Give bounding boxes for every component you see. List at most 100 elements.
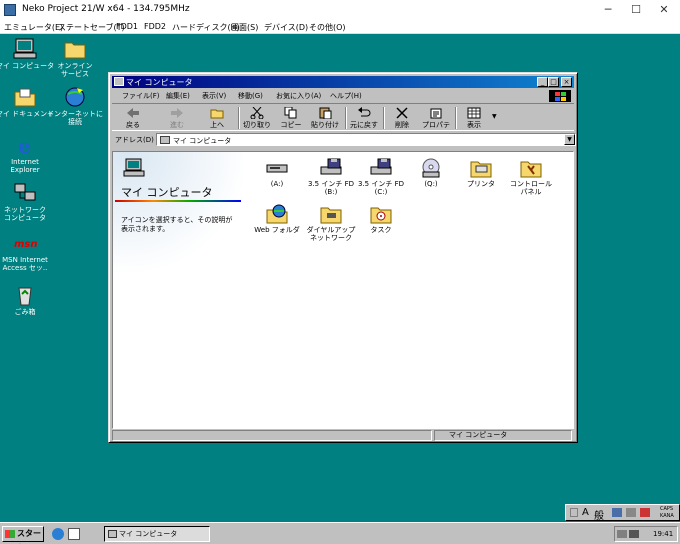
windows-flag-icon: [5, 530, 15, 538]
recycle-bin-icon: [13, 284, 37, 306]
printers-folder-icon: [470, 158, 492, 178]
address-dropdown-button[interactable]: ▼: [564, 134, 575, 145]
explorer-title-bar[interactable]: マイ コンピュータ _ □ ×: [112, 76, 574, 88]
close-button[interactable]: ✕: [650, 0, 678, 20]
menu-fdd2[interactable]: FDD2: [144, 22, 166, 31]
properties-button[interactable]: プロパティ: [419, 106, 453, 139]
desktop-icon-msn[interactable]: msn MSN Internet Access セッ..: [0, 232, 55, 272]
desktop-icon-network[interactable]: ネットワーク コンピュータ: [0, 182, 55, 222]
explorer-maximize-button[interactable]: □: [548, 77, 559, 87]
drive-a[interactable]: (A:): [251, 158, 303, 188]
menu-other[interactable]: その他(O): [309, 22, 346, 33]
desktop[interactable]: マイ コンピュータ オンライン サービス マイ ドキュメント インターネットに …: [0, 34, 680, 544]
tray-display-icon[interactable]: [617, 530, 627, 538]
ime-help-icon[interactable]: [640, 508, 650, 517]
views-button[interactable]: 表示: [457, 106, 491, 130]
quicklaunch-outlook-icon[interactable]: [68, 528, 80, 540]
folder-icon: [63, 38, 87, 60]
delete-x-icon: [395, 107, 409, 119]
svg-text:msn: msn: [14, 239, 37, 250]
scissors-icon: [250, 106, 264, 120]
taskbar-button-my-computer[interactable]: マイ コンピュータ: [104, 526, 210, 542]
undo-icon: [357, 107, 371, 119]
menu-emulator[interactable]: エミュレータ(E): [4, 22, 63, 33]
properties-icon: [429, 107, 443, 119]
explorer-close-button[interactable]: ×: [561, 77, 572, 87]
menu-go[interactable]: 移動(G): [238, 91, 263, 101]
host-title-bar[interactable]: Neko Project 21/W x64 - 134.795MHz ─ ☐ ✕: [0, 0, 680, 20]
desktop-icon-internet-explorer[interactable]: e Internet Explorer: [0, 134, 55, 174]
cdrom-icon: [420, 158, 442, 178]
taskbar: スタート マイ コンピュータ 19:41: [0, 522, 680, 544]
start-button[interactable]: スタート: [2, 526, 44, 544]
paste-button[interactable]: 貼り付け: [308, 106, 342, 130]
webview-info-pane: マイ コンピュータ アイコンを選択すると、その説明が 表示されます。: [113, 152, 243, 428]
menu-favorites[interactable]: お気に入り(A): [276, 91, 321, 101]
menu-state-save[interactable]: ステートセーブ(T): [58, 22, 125, 33]
info-pane-description: アイコンを選択すると、その説明が 表示されます。: [121, 216, 233, 233]
computer-small-icon: [114, 77, 124, 86]
control-panel-folder[interactable]: コントロール パネル: [505, 158, 557, 196]
desktop-icon-connect-internet[interactable]: インターネットに 接続: [45, 86, 105, 126]
drive-q[interactable]: (Q:): [405, 158, 457, 188]
menu-harddisk[interactable]: ハードディスク(H): [172, 22, 240, 33]
host-title: Neko Project 21/W x64 - 134.795MHz: [22, 4, 190, 14]
explorer-toolbar: 戻る 進む 上へ 切り取り コピー 貼り付け 元に戻す 削除 プロパテ 表示 ▼: [112, 103, 574, 139]
menu-help[interactable]: ヘルプ(H): [330, 91, 362, 101]
forward-button[interactable]: 進む: [160, 106, 194, 130]
clock[interactable]: 19:41: [653, 527, 673, 541]
svg-text:e: e: [18, 134, 31, 156]
cut-button[interactable]: 切り取り: [240, 106, 274, 130]
desktop-icon-recycle-bin[interactable]: ごみ箱: [0, 284, 55, 316]
back-button[interactable]: 戻る: [116, 106, 150, 130]
desktop-icon-online-services[interactable]: オンライン サービス: [45, 38, 105, 78]
delete-button[interactable]: 削除: [385, 106, 419, 130]
menu-device[interactable]: デバイス(D): [264, 22, 308, 33]
views-grid-icon: [467, 107, 481, 119]
menu-file[interactable]: ファイル(F): [122, 91, 160, 101]
ime-mode[interactable]: A: [582, 507, 589, 518]
drive-b[interactable]: 3.5 インチ FD (B:): [305, 158, 357, 196]
up-folder-icon: [210, 107, 224, 119]
maximize-button[interactable]: ☐: [622, 0, 650, 20]
explorer-title: マイ コンピュータ: [126, 78, 193, 87]
ime-conversion[interactable]: 般: [594, 507, 604, 522]
network-icon: [13, 182, 37, 204]
kana-indicator: KANA: [660, 513, 674, 519]
ime-toolbar[interactable]: A 般 CAPS KANA: [565, 504, 680, 522]
dialup-networking[interactable]: ダイヤルアップ ネットワーク: [305, 204, 357, 242]
scheduled-tasks[interactable]: タスク: [355, 204, 407, 234]
folder-view[interactable]: マイ コンピュータ アイコンを選択すると、その説明が 表示されます。 (A:) …: [112, 151, 574, 429]
menu-edit[interactable]: 編集(E): [166, 91, 190, 101]
menu-screen[interactable]: 画面(S): [231, 22, 258, 33]
drive-c[interactable]: 3.5 インチ FD (C:): [355, 158, 407, 196]
explorer-minimize-button[interactable]: _: [537, 77, 548, 87]
computer-small-icon: [160, 136, 170, 144]
msn-icon: msn: [13, 232, 38, 254]
connect-internet-icon: [63, 86, 87, 108]
ime-pad-icon[interactable]: [626, 508, 636, 517]
tray-volume-icon[interactable]: [629, 530, 639, 538]
views-dropdown-arrow-icon[interactable]: ▼: [492, 113, 497, 120]
web-folders[interactable]: Web フォルダ: [251, 204, 303, 234]
address-bar: アドレス(D) マイ コンピュータ ▼: [112, 132, 576, 147]
undo-button[interactable]: 元に戻す: [347, 106, 381, 130]
menu-fdd1[interactable]: FDD1: [116, 22, 138, 31]
address-input[interactable]: マイ コンピュータ ▼: [156, 133, 576, 146]
my-computer-icon: [13, 38, 37, 60]
up-button[interactable]: 上へ: [200, 106, 234, 130]
status-pane-left: [112, 430, 432, 441]
menu-view[interactable]: 表示(V): [202, 91, 226, 101]
control-panel-icon: [520, 158, 542, 178]
printers-folder[interactable]: プリンタ: [455, 158, 507, 188]
forward-arrow-icon: [170, 107, 184, 119]
paste-icon: [318, 107, 332, 120]
ime-tool-icon[interactable]: [612, 508, 622, 517]
back-arrow-icon: [126, 107, 140, 119]
explorer-window[interactable]: マイ コンピュータ _ □ × ファイル(F) 編集(E) 表示(V) 移動(G…: [108, 72, 578, 443]
scheduled-tasks-icon: [370, 204, 392, 224]
minimize-button[interactable]: ─: [594, 0, 622, 20]
dialup-networking-icon: [320, 204, 342, 224]
copy-button[interactable]: コピー: [274, 106, 308, 130]
quicklaunch-ie-icon[interactable]: [52, 528, 64, 540]
